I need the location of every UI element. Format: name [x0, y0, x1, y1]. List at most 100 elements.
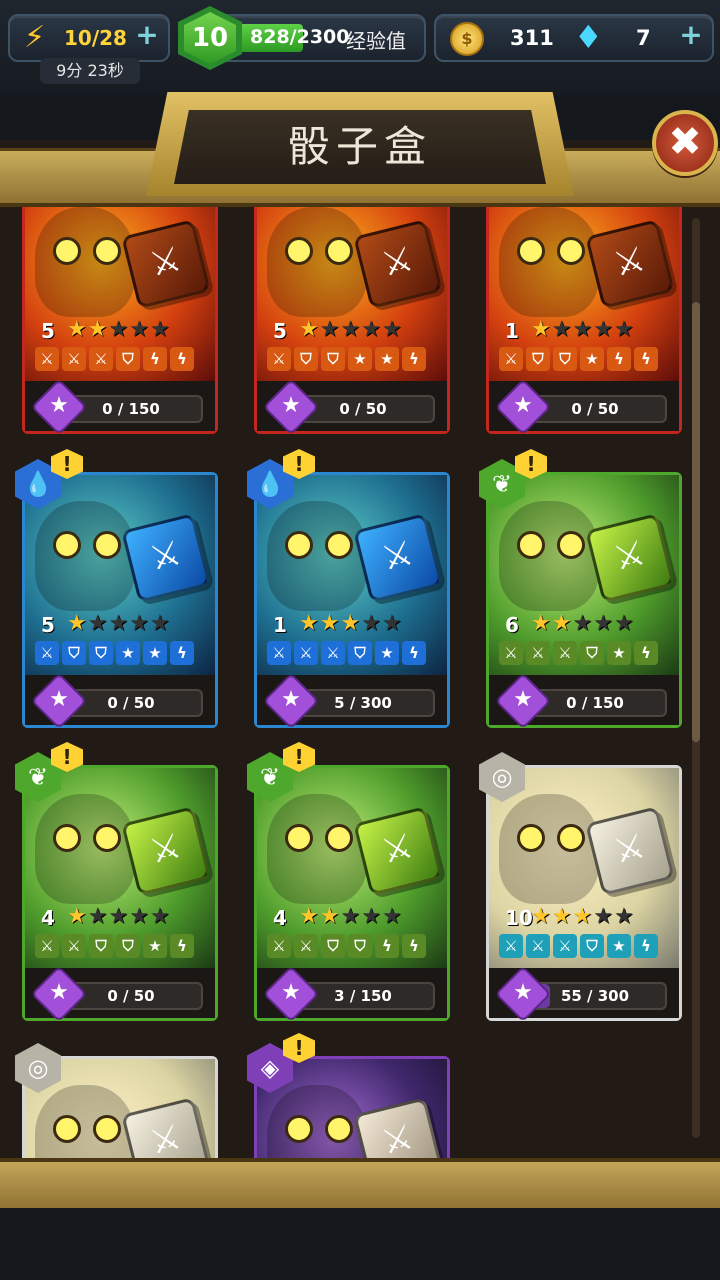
- energy-value: 10/28: [64, 26, 127, 50]
- creature-portrait: [267, 794, 367, 904]
- gold-coin-icon: $: [450, 22, 484, 56]
- star-icon: ★: [613, 904, 635, 929]
- dice-face-icon: ϟ: [170, 641, 194, 665]
- dice-face-icon: ★: [116, 641, 140, 665]
- star-icon: ★: [361, 611, 382, 636]
- star-icon: ★: [319, 611, 341, 636]
- dice-icon: ⚔: [585, 806, 675, 896]
- dice-face-icon: ⚔: [499, 934, 523, 958]
- scrollbar-thumb[interactable]: [692, 302, 700, 742]
- star-icon: ★: [531, 904, 552, 929]
- dice-face-icon: ⛉: [348, 641, 372, 665]
- card-footer: 5 / 300 ★: [257, 672, 447, 730]
- dice-faces: ⚔ ⛉ ⛉ ★ ϟ ϟ: [499, 347, 661, 373]
- gem-star-icon: ★: [49, 687, 69, 712]
- creature-portrait: [35, 794, 135, 904]
- creature-eye: [93, 531, 121, 559]
- currency-panel[interactable]: $ 311 ♦ 7 +: [434, 14, 714, 62]
- dice-face-icon: ⚔: [553, 641, 577, 665]
- creature-eye: [325, 531, 353, 559]
- dice-face-icon: ⚔: [62, 934, 86, 958]
- dice-card-art: ⚔ 1 ★★★★★ ⚔ ⛉ ⛉ ★ ϟ ϟ: [489, 200, 679, 381]
- dice-card[interactable]: ⚔ 1 ★★★★★ ⚔ ⚔ ⚔ ⛉ ★ ϟ 5 / 300 ★ 💧!: [247, 449, 450, 730]
- creature-eye: [285, 237, 313, 265]
- dice-face-icon: ⚔: [35, 641, 59, 665]
- star-icon: ★: [613, 611, 635, 636]
- star-icon: ★: [551, 317, 573, 342]
- creature-eye: [53, 824, 81, 852]
- dice-face-icon: ⛉: [580, 641, 604, 665]
- star-icon: ★: [87, 317, 109, 342]
- dice-card[interactable]: ⚔ 10 ★★★★★ ⚔ ⚔ ⚔ ⛉ ★ ϟ 55 / 300 ★ ◎: [479, 752, 682, 1023]
- star-rating: ★★★★★: [67, 317, 171, 342]
- dice-card[interactable]: ⚔ 4 ★★★★★ ⚔ ⚔ ⛉ ⛉ ★ ϟ 0 / 50 ★ ❦!: [15, 742, 218, 1023]
- dice-card[interactable]: ⚔ 4 ★★★★★ ⚔ ⚔ ⛉ ⛉ ϟ ϟ 3 / 150 ★ ❦!: [247, 742, 450, 1023]
- purple-gem-icon: ★: [262, 965, 320, 1023]
- creature-portrait: [35, 207, 135, 317]
- creature-eye: [325, 1115, 353, 1143]
- close-icon[interactable]: ✖: [652, 110, 718, 176]
- top-bar: ⚡ 10/28 + 9分 23秒 828/2300 经验值 10 $ 311 ♦…: [0, 0, 720, 95]
- dice-card[interactable]: ⚔ 5 ★★★★★ ⚔ ⛉ ⛉ ★ ★ ϟ 0 / 50 ★: [254, 200, 450, 436]
- star-icon: ★: [129, 611, 150, 636]
- timer-min-unit: 分: [66, 61, 83, 80]
- timer-sec-unit: 秒: [107, 61, 124, 80]
- dice-card[interactable]: ⚔ 5 ★★★★★ ⚔ ⛉ ⛉ ★ ★ ϟ 0 / 50 ★ 💧!: [15, 449, 218, 730]
- dice-icon: ⚔: [121, 806, 211, 896]
- dice-card[interactable]: ⚔ ◎: [15, 1043, 218, 1158]
- star-icon: ★: [67, 904, 88, 929]
- timer-seconds: 23: [87, 61, 108, 80]
- dice-face-icon: ★: [607, 641, 631, 665]
- dice-face-icon: ϟ: [634, 641, 658, 665]
- dice-icon: ⚔: [353, 806, 443, 896]
- dice-face-icon: ⛉: [294, 347, 318, 371]
- card-footer: 0 / 50 ★: [489, 378, 679, 436]
- player-level: 10: [184, 12, 236, 64]
- creature-portrait: [35, 1085, 135, 1158]
- dice-card[interactable]: ⚔ ◈!: [247, 1033, 450, 1158]
- add-energy-button[interactable]: +: [134, 21, 160, 49]
- add-gems-button[interactable]: +: [678, 21, 704, 49]
- dice-card-art: ⚔ 5 ★★★★★ ⚔ ⚔ ⚔ ⛉ ϟ ϟ: [25, 200, 215, 381]
- star-icon: ★: [613, 317, 635, 342]
- star-rating: ★★★★★: [299, 611, 403, 636]
- star-icon: ★: [108, 611, 130, 636]
- dice-card[interactable]: ⚔ 6 ★★★★★ ⚔ ⚔ ⚔ ⛉ ★ ϟ 0 / 150 ★ ❦!: [479, 449, 682, 730]
- dice-face-icon: ★: [348, 347, 372, 371]
- star-icon: ★: [572, 611, 594, 636]
- purple-gem-icon: ★: [30, 378, 88, 436]
- dice-face-icon: ⛉: [348, 934, 372, 958]
- star-icon: ★: [340, 317, 362, 342]
- card-footer: 0 / 50 ★: [25, 672, 215, 730]
- dice-face-icon: ⚔: [267, 934, 291, 958]
- creature-eye: [325, 237, 353, 265]
- purple-gem-icon: ★: [494, 965, 552, 1023]
- gem-star-icon: ★: [513, 687, 533, 712]
- dice-face-icon: ϟ: [402, 347, 426, 371]
- energy-timer: 9分 23秒: [40, 58, 140, 84]
- star-icon: ★: [340, 611, 362, 636]
- dice-face-icon: ⚔: [294, 934, 318, 958]
- dice-face-icon: ⚔: [62, 347, 86, 371]
- gem-star-icon: ★: [281, 393, 301, 418]
- dice-card-art: ⚔ 4 ★★★★★ ⚔ ⚔ ⛉ ⛉ ϟ ϟ: [257, 768, 447, 968]
- gem-star-icon: ★: [49, 393, 69, 418]
- card-footer: 0 / 50 ★: [25, 965, 215, 1023]
- dice-face-icon: ⛉: [62, 641, 86, 665]
- scrollbar[interactable]: [692, 218, 700, 1138]
- energy-counter[interactable]: ⚡ 10/28 +: [8, 14, 170, 62]
- purple-gem-icon: ★: [262, 378, 320, 436]
- diamond-icon: ♦: [574, 18, 603, 56]
- dice-card[interactable]: ⚔ 5 ★★★★★ ⚔ ⚔ ⚔ ⛉ ϟ ϟ 0 / 150 ★: [22, 200, 218, 436]
- gem-star-icon: ★: [513, 980, 533, 1005]
- dice-card[interactable]: ⚔ 1 ★★★★★ ⚔ ⛉ ⛉ ★ ϟ ϟ 0 / 50 ★: [486, 200, 682, 436]
- creature-eye: [93, 824, 121, 852]
- dice-face-icon: ϟ: [402, 934, 426, 958]
- dice-face-icon: ⚔: [35, 934, 59, 958]
- dice-level: 10: [505, 906, 533, 930]
- xp-label: 经验值: [346, 29, 406, 53]
- dice-icon: ⚔: [353, 513, 443, 603]
- creature-eye: [517, 237, 545, 265]
- creature-eye: [285, 824, 313, 852]
- creature-eye: [557, 237, 585, 265]
